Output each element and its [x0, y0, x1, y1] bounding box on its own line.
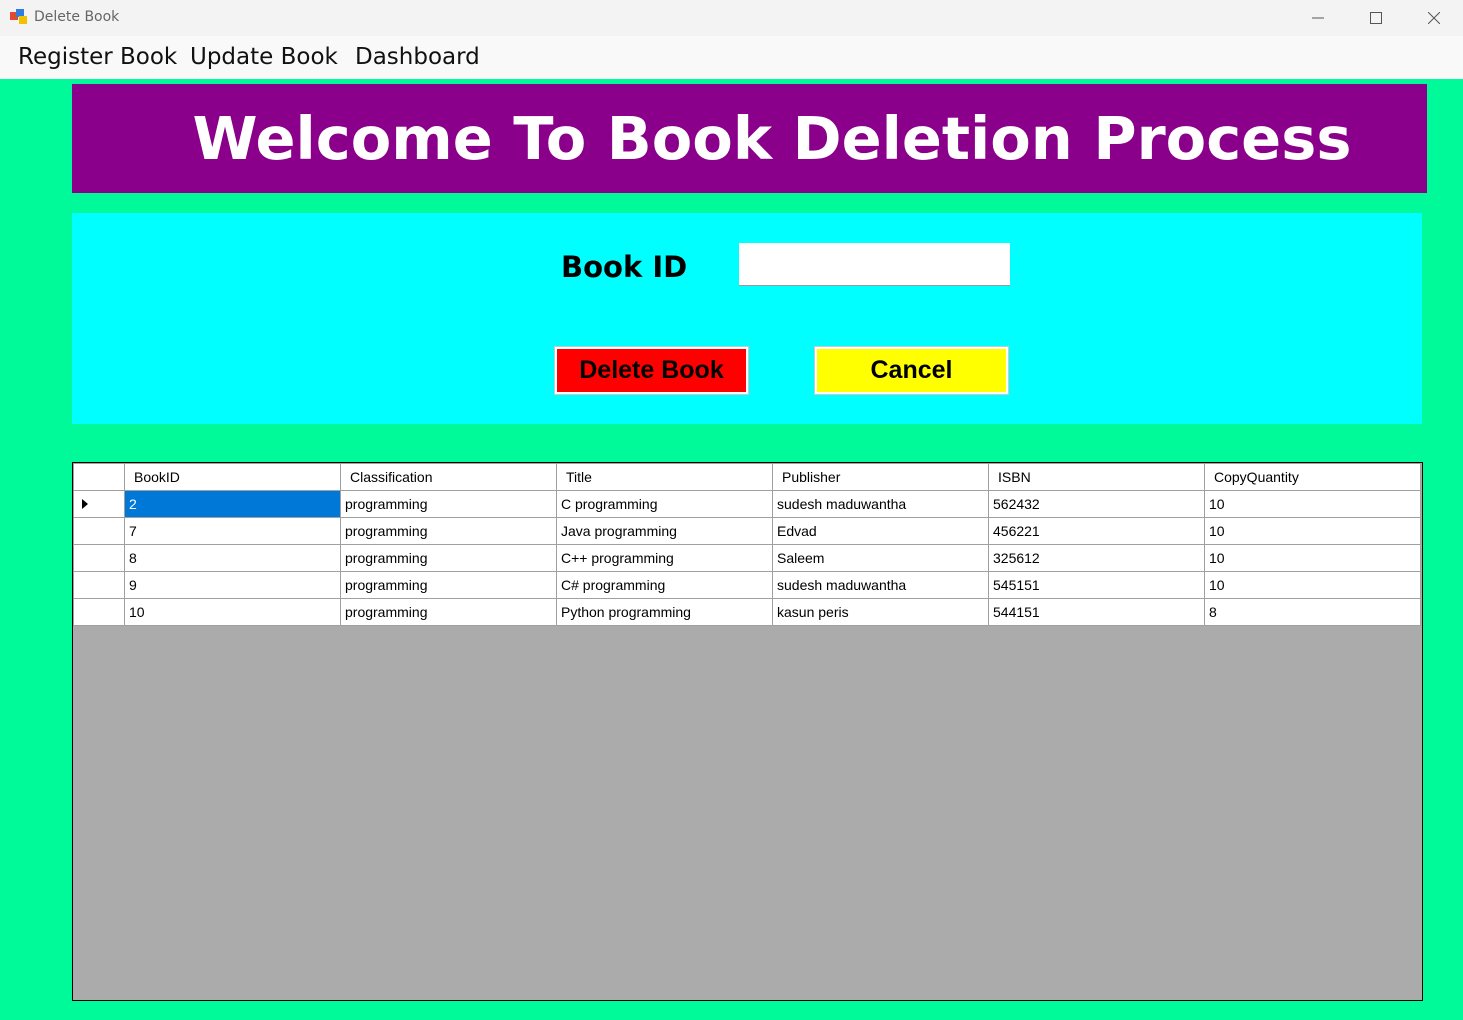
- table-cell[interactable]: C# programming: [556, 571, 773, 599]
- maximize-button[interactable]: [1347, 0, 1405, 36]
- books-grid[interactable]: BookID Classification Title Publisher IS…: [72, 462, 1423, 1001]
- table-cell[interactable]: 545151: [988, 571, 1205, 599]
- menu-dashboard[interactable]: Dashboard: [355, 44, 480, 70]
- book-id-input[interactable]: [739, 243, 1010, 286]
- header-row: BookID Classification Title Publisher IS…: [73, 463, 1421, 491]
- table-row[interactable]: 9 programming C# programming sudesh madu…: [73, 571, 1421, 599]
- table-cell[interactable]: Saleem: [772, 544, 989, 572]
- banner-title: Welcome To Book Deletion Process: [192, 104, 1352, 173]
- table-cell[interactable]: 10: [124, 598, 341, 626]
- table-cell[interactable]: kasun peris: [772, 598, 989, 626]
- table-cell[interactable]: programming: [340, 544, 557, 572]
- table-cell[interactable]: 562432: [988, 490, 1205, 518]
- table-cell[interactable]: 9: [124, 571, 341, 599]
- corner-header-cell[interactable]: [73, 463, 125, 491]
- table-cell[interactable]: 10: [1204, 490, 1421, 518]
- table-cell[interactable]: Java programming: [556, 517, 773, 545]
- table-cell[interactable]: programming: [340, 517, 557, 545]
- table-cell[interactable]: 325612: [988, 544, 1205, 572]
- minimize-button[interactable]: [1289, 0, 1347, 36]
- maximize-icon: [1370, 12, 1382, 24]
- minimize-icon: [1312, 17, 1324, 19]
- close-icon: [1428, 12, 1440, 24]
- table-cell[interactable]: 544151: [988, 598, 1205, 626]
- table-row[interactable]: 2 programming C programming sudesh maduw…: [73, 490, 1421, 518]
- table-cell[interactable]: Edvad: [772, 517, 989, 545]
- row-header[interactable]: [73, 544, 125, 572]
- menu-register-book[interactable]: Register Book: [18, 44, 177, 70]
- column-header-publisher[interactable]: Publisher: [772, 463, 989, 491]
- books-table: BookID Classification Title Publisher IS…: [73, 463, 1421, 626]
- cancel-button[interactable]: Cancel: [814, 346, 1009, 395]
- table-cell[interactable]: 10: [1204, 544, 1421, 572]
- column-header-copyquantity[interactable]: CopyQuantity: [1204, 463, 1421, 491]
- table-cell[interactable]: 7: [124, 517, 341, 545]
- row-header[interactable]: [73, 571, 125, 599]
- column-header-isbn[interactable]: ISBN: [988, 463, 1205, 491]
- table-cell[interactable]: programming: [340, 598, 557, 626]
- window-title: Delete Book: [34, 9, 120, 25]
- app-icon: [10, 9, 28, 25]
- title-bar: Delete Book: [0, 0, 1463, 36]
- column-header-bookid[interactable]: BookID: [124, 463, 341, 491]
- column-header-classification[interactable]: Classification: [340, 463, 557, 491]
- table-row[interactable]: 7 programming Java programming Edvad 456…: [73, 517, 1421, 545]
- close-button[interactable]: [1405, 0, 1463, 36]
- table-cell[interactable]: 8: [1204, 598, 1421, 626]
- welcome-banner: Welcome To Book Deletion Process: [72, 84, 1427, 193]
- table-cell[interactable]: 456221: [988, 517, 1205, 545]
- menu-bar: Register Book Update Book Dashboard: [0, 36, 1463, 79]
- table-cell[interactable]: programming: [340, 490, 557, 518]
- table-row[interactable]: 10 programming Python programming kasun …: [73, 598, 1421, 626]
- table-cell[interactable]: 10: [1204, 517, 1421, 545]
- table-cell[interactable]: 8: [124, 544, 341, 572]
- table-cell[interactable]: C programming: [556, 490, 773, 518]
- row-header[interactable]: [73, 517, 125, 545]
- table-cell[interactable]: sudesh maduwantha: [772, 490, 989, 518]
- table-row[interactable]: 8 programming C++ programming Saleem 325…: [73, 544, 1421, 572]
- table-cell[interactable]: programming: [340, 571, 557, 599]
- table-cell[interactable]: Python programming: [556, 598, 773, 626]
- row-header[interactable]: [73, 490, 125, 518]
- table-cell[interactable]: 2: [124, 490, 341, 518]
- table-cell[interactable]: sudesh maduwantha: [772, 571, 989, 599]
- row-pointer-icon: [82, 496, 88, 512]
- delete-book-button[interactable]: Delete Book: [554, 346, 749, 395]
- table-cell[interactable]: 10: [1204, 571, 1421, 599]
- book-id-label: Book ID: [561, 250, 688, 284]
- row-header[interactable]: [73, 598, 125, 626]
- menu-update-book[interactable]: Update Book: [190, 44, 338, 70]
- column-header-title[interactable]: Title: [556, 463, 773, 491]
- table-cell[interactable]: C++ programming: [556, 544, 773, 572]
